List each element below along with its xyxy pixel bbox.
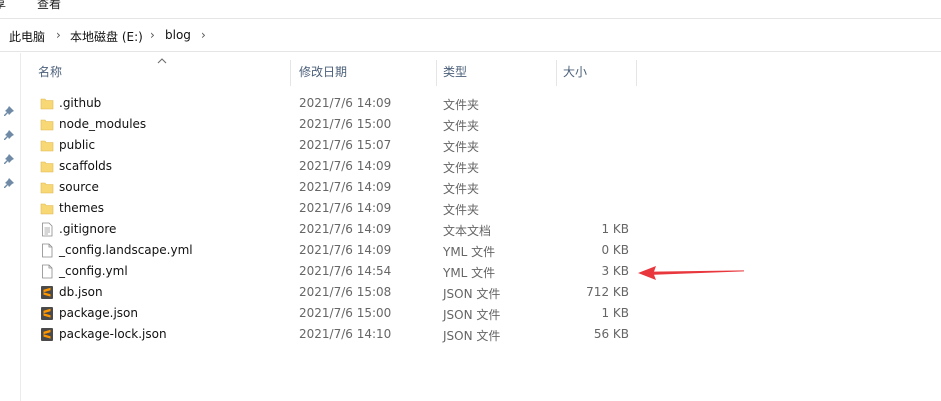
- pin-icon[interactable]: [2, 129, 16, 143]
- file-name: public: [59, 138, 96, 152]
- column-header-date[interactable]: 修改日期: [299, 63, 347, 80]
- folder-icon: [40, 203, 54, 215]
- file-date: 2021/7/6 14:09: [299, 243, 392, 257]
- file-row[interactable]: _config.landscape.yml 2021/7/6 14:09 YML…: [30, 240, 650, 261]
- file-type: YML 文件: [443, 245, 496, 259]
- file-row[interactable]: package.json 2021/7/6 15:00 JSON 文件 1 KB: [30, 303, 650, 324]
- folder-icon: [40, 161, 54, 173]
- file-date: 2021/7/6 14:09: [299, 159, 392, 173]
- file-row[interactable]: scaffolds 2021/7/6 14:09 文件夹: [30, 156, 650, 177]
- file-size: 56 KB: [593, 327, 629, 341]
- file-size: 1 KB: [601, 222, 629, 236]
- file-date: 2021/7/6 14:10: [299, 327, 392, 341]
- file-type: 文件夹: [443, 119, 480, 133]
- column-divider[interactable]: [290, 60, 291, 86]
- file-type: 文件夹: [443, 140, 480, 154]
- file-name: source: [59, 180, 99, 194]
- breadcrumb-local-disk[interactable]: 本地磁盘 (E:): [70, 28, 143, 45]
- file-size: 1 KB: [601, 306, 629, 320]
- file-type: YML 文件: [443, 266, 496, 280]
- tab-view[interactable]: 查看: [37, 0, 61, 12]
- navigation-pane[interactable]: [0, 53, 21, 401]
- pin-icon[interactable]: [2, 153, 16, 167]
- file-date: 2021/7/6 14:54: [299, 264, 392, 278]
- file-date: 2021/7/6 15:00: [299, 117, 392, 131]
- file-row[interactable]: .github 2021/7/6 14:09 文件夹: [30, 93, 650, 114]
- file-name: themes: [59, 201, 105, 215]
- column-divider[interactable]: [436, 60, 437, 86]
- file-type: 文件夹: [443, 203, 480, 217]
- sublime-file-icon: [41, 286, 53, 299]
- address-bar[interactable]: 此电脑 › 本地磁盘 (E:) › blog ›: [0, 18, 941, 52]
- chevron-right-icon[interactable]: ›: [56, 28, 61, 42]
- file-name: .github: [59, 96, 102, 110]
- column-divider[interactable]: [556, 60, 557, 86]
- pin-icon[interactable]: [2, 105, 16, 119]
- file-row[interactable]: node_modules 2021/7/6 15:00 文件夹: [30, 114, 650, 135]
- sublime-file-icon: [41, 307, 53, 320]
- file-row[interactable]: source 2021/7/6 14:09 文件夹: [30, 177, 650, 198]
- file-date: 2021/7/6 15:07: [299, 138, 392, 152]
- chevron-right-icon[interactable]: ›: [150, 28, 155, 42]
- file-row[interactable]: .gitignore 2021/7/6 14:09 文本文档 1 KB: [30, 219, 650, 240]
- file-date: 2021/7/6 14:09: [299, 201, 392, 215]
- file-date: 2021/7/6 14:09: [299, 180, 392, 194]
- file-type: JSON 文件: [443, 287, 501, 301]
- file-type: 文件夹: [443, 182, 480, 196]
- file-icon: [42, 243, 53, 258]
- file-name: db.json: [59, 285, 103, 299]
- annotation-arrow-icon: [638, 266, 744, 280]
- folder-icon: [40, 98, 54, 110]
- file-date: 2021/7/6 14:09: [299, 96, 392, 110]
- file-name: node_modules: [59, 117, 147, 131]
- column-header-size[interactable]: 大小: [563, 63, 587, 80]
- file-row[interactable]: _config.yml 2021/7/6 14:54 YML 文件 3 KB: [30, 261, 650, 282]
- folder-icon: [40, 119, 54, 131]
- text-file-icon: [42, 222, 53, 237]
- pin-icon[interactable]: [2, 177, 16, 191]
- tab-share[interactable]: 享: [0, 0, 6, 12]
- column-divider[interactable]: [636, 60, 637, 86]
- breadcrumb-blog[interactable]: blog: [165, 28, 191, 42]
- file-name: package-lock.json: [59, 327, 167, 341]
- breadcrumb-this-pc[interactable]: 此电脑: [9, 28, 45, 45]
- file-name: package.json: [59, 306, 139, 320]
- file-row[interactable]: db.json 2021/7/6 15:08 JSON 文件 712 KB: [30, 282, 650, 303]
- file-size: 0 KB: [601, 243, 629, 257]
- file-name: _config.yml: [59, 264, 128, 278]
- file-date: 2021/7/6 15:00: [299, 306, 392, 320]
- column-header-name[interactable]: 名称: [38, 63, 62, 80]
- folder-icon: [40, 182, 54, 194]
- file-row[interactable]: public 2021/7/6 15:07 文件夹: [30, 135, 650, 156]
- file-size: 712 KB: [586, 285, 629, 299]
- sublime-file-icon: [41, 328, 53, 341]
- sort-ascending-icon: [157, 58, 167, 64]
- file-row[interactable]: package-lock.json 2021/7/6 14:10 JSON 文件…: [30, 324, 650, 345]
- file-date: 2021/7/6 15:08: [299, 285, 392, 299]
- file-type: JSON 文件: [443, 308, 501, 322]
- column-header-type[interactable]: 类型: [443, 63, 467, 80]
- file-row[interactable]: themes 2021/7/6 14:09 文件夹: [30, 198, 650, 219]
- file-type: 文本文档: [443, 224, 492, 238]
- file-size: 3 KB: [601, 264, 629, 278]
- file-name: _config.landscape.yml: [59, 243, 193, 257]
- file-type: 文件夹: [443, 98, 480, 112]
- ribbon-tabs: 享 查看: [0, 0, 941, 16]
- file-name: .gitignore: [59, 222, 117, 236]
- file-type: 文件夹: [443, 161, 480, 175]
- chevron-right-icon[interactable]: ›: [201, 28, 206, 42]
- file-date: 2021/7/6 14:09: [299, 222, 392, 236]
- file-icon: [42, 264, 53, 279]
- file-type: JSON 文件: [443, 329, 501, 343]
- file-name: scaffolds: [59, 159, 113, 173]
- folder-icon: [40, 140, 54, 152]
